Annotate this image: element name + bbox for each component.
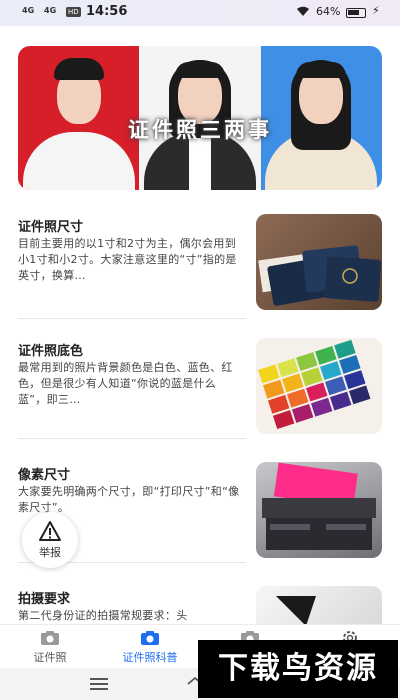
warning-icon	[39, 521, 61, 541]
article-item-background[interactable]: 证件照底色 最常用到的照片背景颜色是白色、蓝色、红色，但是很少有人知道“你说的蓝…	[18, 338, 382, 438]
clock: 14:56	[86, 4, 128, 19]
status-bar: 4G 4G HD 14:56 64% ⚡	[0, 0, 400, 26]
watermark-banner: 下载鸟资源	[198, 640, 398, 698]
article-title: 拍摄要求	[18, 592, 71, 607]
article-desc: 最常用到的照片背景颜色是白色、蓝色、红色，但是很少有人知道“你说的蓝是什么蓝”，…	[18, 361, 233, 406]
article-thumbnail-studio	[256, 586, 382, 624]
tab-id-photo-science[interactable]: 证件照科普	[100, 625, 200, 668]
article-thumbnail-color-chart	[256, 338, 382, 434]
wifi-icon	[297, 6, 309, 16]
article-title: 证件照尺寸	[18, 220, 84, 235]
article-desc: 目前主要用的以1寸和2寸为主，偶尔会用到小1寸和小2寸。大家注意这里的“寸”指的…	[18, 237, 237, 282]
camera-icon	[41, 631, 59, 645]
report-label: 举报	[39, 546, 61, 559]
tab-label: 证件照科普	[122, 651, 178, 664]
divider	[18, 318, 246, 319]
article-thumbnail-passports	[256, 214, 382, 310]
menu-icon[interactable]	[90, 678, 108, 690]
article-title: 像素尺寸	[18, 468, 71, 483]
camera-icon	[141, 631, 159, 645]
article-item-size[interactable]: 证件照尺寸 目前主要用的以1寸和2寸为主，偶尔会用到小1寸和小2寸。大家注意这里…	[18, 214, 382, 314]
report-button[interactable]: 举报	[22, 512, 78, 568]
divider	[18, 438, 246, 439]
article-thumbnail-printer	[256, 462, 382, 558]
tab-label: 证件照	[33, 651, 67, 664]
signal-label-2: 4G	[44, 6, 57, 15]
tab-id-photo[interactable]: 证件照	[0, 625, 100, 668]
banner-title: 证件照三两事	[128, 117, 272, 142]
battery-icon	[346, 8, 366, 18]
article-title: 证件照底色	[18, 344, 84, 359]
hd-badge: HD	[66, 7, 81, 17]
banner[interactable]: 证件照三两事	[18, 46, 382, 190]
charging-icon: ⚡	[372, 4, 380, 17]
signal-label: 4G	[22, 6, 35, 15]
science-page: 证件照三两事 证件照尺寸 目前主要用的以1寸和2寸为主，偶尔会用到小1寸和小2寸…	[0, 26, 400, 624]
article-item-requirements[interactable]: 拍摄要求 第二代身份证的拍摄常规要求：头	[18, 586, 382, 624]
battery-percent: 64%	[316, 5, 341, 18]
article-desc: 第二代身份证的拍摄常规要求：头	[18, 609, 188, 622]
